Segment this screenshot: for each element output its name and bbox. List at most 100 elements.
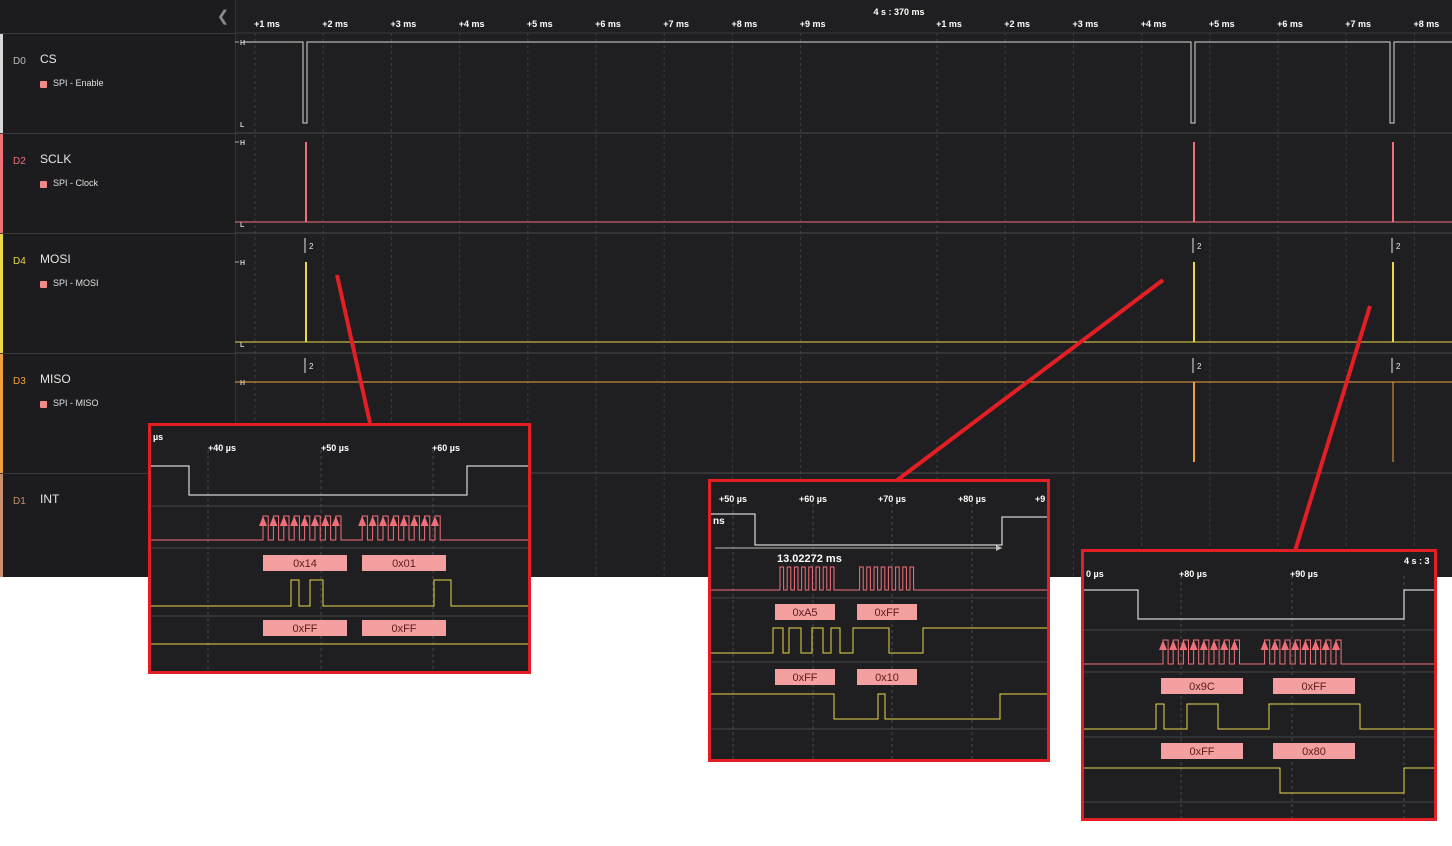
sample-arrow — [431, 516, 439, 526]
sample-arrows — [1159, 640, 1340, 650]
chevron-left-icon[interactable]: ❮ — [214, 8, 232, 26]
square-bullet-icon — [40, 401, 47, 408]
burst-marker[interactable]: 2 — [304, 238, 314, 253]
sample-arrow — [1321, 640, 1330, 650]
timeline-tick: +3 ms — [1073, 19, 1099, 29]
zoom-time-origin: µs — [153, 432, 163, 442]
sample-arrow — [420, 516, 429, 526]
sample-arrow — [1332, 640, 1340, 650]
timeline-tick: +4 ms — [1141, 19, 1167, 29]
channel-name: INT — [40, 492, 60, 506]
burst-marker[interactable]: 2 — [1391, 238, 1401, 253]
sample-arrow — [1210, 640, 1218, 650]
timeline-tick: +8 ms — [1414, 19, 1440, 29]
zoom-tick: +60 µs — [432, 443, 460, 453]
sample-arrows — [259, 516, 439, 526]
decode-value: 0xFF — [874, 607, 899, 619]
square-bullet-icon — [40, 281, 47, 288]
sample-arrow — [279, 516, 288, 526]
sample-arrow — [1260, 640, 1269, 650]
zoom-miso-trace — [711, 693, 1047, 720]
timeline-tick: +5 ms — [1209, 19, 1235, 29]
zoom-sclk-trace — [1084, 639, 1434, 665]
channel-name: CS — [40, 52, 57, 66]
sample-arrow — [1311, 640, 1320, 650]
level-high-label: H — [240, 40, 245, 47]
timeline-tick: +4 ms — [459, 19, 485, 29]
timeline-tick: +1 ms — [936, 19, 962, 29]
level-low-label: L — [240, 222, 245, 229]
analyzer-label: SPI - Clock — [53, 178, 99, 188]
timeline-tick: +7 ms — [663, 19, 689, 29]
sample-arrow — [410, 516, 419, 526]
svg-text:2: 2 — [1197, 362, 1202, 371]
cs-trace — [243, 41, 1452, 124]
channel-name: MOSI — [40, 252, 71, 266]
channel-id: D3 — [13, 376, 26, 387]
sample-arrow — [269, 516, 278, 526]
timeline-tick: +7 ms — [1345, 19, 1371, 29]
zoom-mosi-trace — [711, 627, 1047, 654]
decode-value: 0x14 — [293, 558, 317, 570]
channel-row-sclk[interactable]: D2 SCLK SPI - Clock — [0, 133, 235, 233]
zoom-tick: 0 µs — [1086, 569, 1104, 579]
zoom-tick: +50 µs — [321, 443, 349, 453]
edge-label: ns — [713, 516, 725, 527]
sample-arrow — [389, 516, 398, 526]
decode-value: 0xFF — [292, 623, 317, 635]
decode-value: 0x80 — [1302, 746, 1326, 758]
zoom-cs-trace — [1084, 589, 1434, 620]
decode-value: 0x9C — [1189, 681, 1215, 693]
level-high-label: H — [240, 260, 245, 267]
sample-arrow — [1179, 640, 1188, 650]
sample-arrow — [368, 516, 377, 526]
timeline-tick: +3 ms — [391, 19, 417, 29]
sample-arrow — [1199, 640, 1208, 650]
timeline-tick: +8 ms — [732, 19, 758, 29]
zoom-tick: +90 µs — [1290, 569, 1318, 579]
burst-marker[interactable]: 2 — [1391, 358, 1401, 373]
analyzer-label: SPI - MOSI — [53, 278, 99, 288]
sample-arrow — [259, 516, 267, 526]
sample-arrow — [1301, 640, 1310, 650]
decode-value: 0xA5 — [792, 607, 817, 619]
zoom-sclk-trace — [711, 566, 1047, 591]
channel-name: MISO — [40, 372, 71, 386]
channel-id: D1 — [13, 496, 26, 507]
sample-arrow — [1189, 640, 1198, 650]
zoom-tick: +50 µs — [719, 494, 747, 504]
sample-arrow — [300, 516, 309, 526]
decode-value: 0xFF — [1189, 746, 1214, 758]
timeline-tick: +6 ms — [1277, 19, 1303, 29]
burst-marker[interactable]: 2 — [1192, 358, 1202, 373]
channel-color-stripe — [0, 234, 3, 353]
timeline-tick: +5 ms — [527, 19, 553, 29]
sample-arrow — [290, 516, 299, 526]
channel-name: SCLK — [40, 152, 72, 166]
channel-color-stripe — [0, 354, 3, 473]
square-bullet-icon — [40, 81, 47, 88]
sample-arrow — [1281, 640, 1289, 650]
measure-label: 13.02272 ms — [777, 553, 842, 565]
timeline-center-label: 4 s : 370 ms — [873, 7, 924, 17]
channel-row-cs[interactable]: D0 CS SPI - Enable — [0, 33, 235, 133]
channel-row-mosi[interactable]: D4 MOSI SPI - MOSI — [0, 233, 235, 353]
sample-arrow — [311, 516, 319, 526]
svg-text:2: 2 — [1396, 242, 1401, 251]
svg-text:2: 2 — [309, 242, 314, 251]
zoom-mosi-trace — [1084, 703, 1434, 730]
decode-value: 0x01 — [392, 558, 416, 570]
burst-marker[interactable]: 2 — [304, 358, 314, 373]
sample-arrow — [358, 516, 367, 526]
svg-text:2: 2 — [1197, 242, 1202, 251]
zoom-tick: +80 µs — [958, 494, 986, 504]
channel-id: D2 — [13, 156, 26, 167]
burst-marker[interactable]: 2 — [1192, 238, 1202, 253]
timeline-tick: +9 ms — [800, 19, 826, 29]
svg-text:2: 2 — [309, 362, 314, 371]
decode-value: 0xFF — [1301, 681, 1326, 693]
zoom-tick: +80 µs — [1179, 569, 1207, 579]
sample-arrow — [321, 516, 330, 526]
sample-arrow — [399, 516, 408, 526]
zoom-tick: +9 — [1035, 494, 1045, 504]
